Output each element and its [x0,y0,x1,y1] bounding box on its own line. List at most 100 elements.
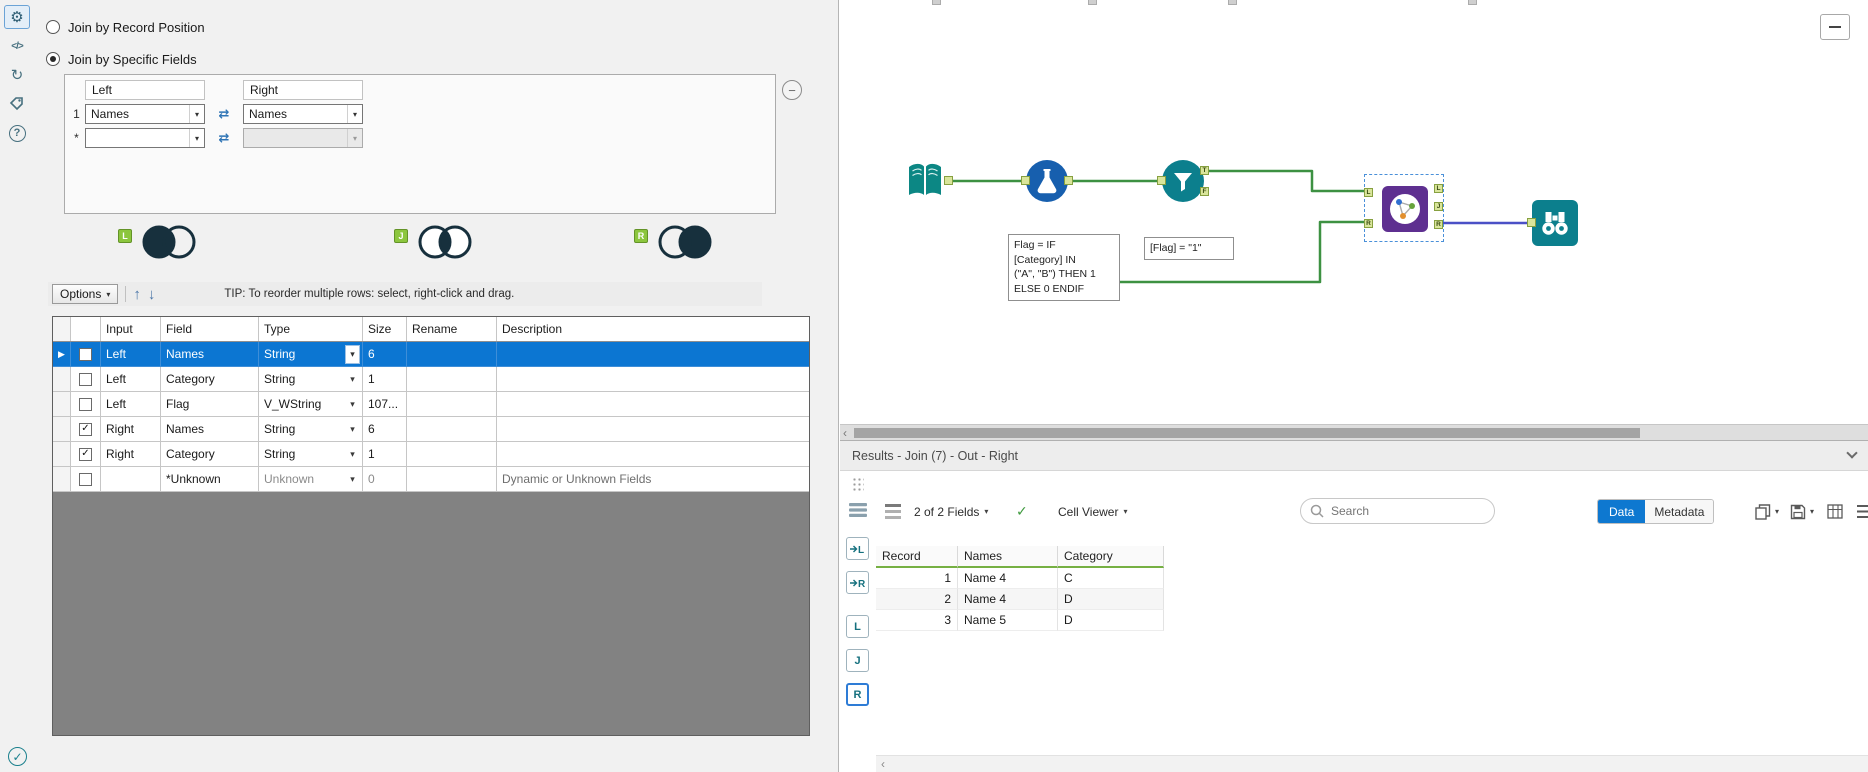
filter-annotation[interactable]: [Flag] = "1" [1144,237,1234,260]
scroll-left-arrow[interactable]: ‹ [881,757,885,771]
fields-dropdown[interactable]: 2 of 2 Fields ▾ [914,498,988,525]
radio-circle[interactable] [46,52,60,66]
cell-rename[interactable] [407,442,497,467]
browse-tool[interactable] [1527,200,1578,246]
metadata-tab[interactable]: Metadata [1645,500,1714,523]
row-checkbox[interactable] [79,447,92,461]
table-row[interactable]: Left Category String 1 [53,367,809,392]
cell-description[interactable] [497,342,809,367]
row-checkbox[interactable] [79,422,92,436]
type-dropdown[interactable] [345,445,360,464]
join-tool-selected[interactable]: L R L J R [1364,174,1444,242]
row-selector[interactable] [53,342,71,367]
table-row[interactable]: 2 Name 4 D [876,589,1164,610]
tab-input-left[interactable]: L [846,537,869,560]
cell-rename[interactable] [407,367,497,392]
cell-description[interactable] [497,442,809,467]
row-selector[interactable] [53,392,71,417]
formula-annotation[interactable]: Flag = IF [Category] IN ("A", "B") THEN … [1008,234,1120,301]
col-header-record[interactable]: Record [876,546,958,568]
scroll-left-arrow[interactable]: ‹ [843,426,847,440]
tab-output-right[interactable]: R [846,683,869,706]
menu-button[interactable] [1857,498,1868,525]
table-row[interactable]: Left Names String 6 [53,342,809,367]
cell-rename[interactable] [407,417,497,442]
cell-rename[interactable] [407,342,497,367]
left-output-anchor[interactable]: L [1434,184,1443,193]
col-header-names[interactable]: Names [958,546,1058,568]
false-output-anchor[interactable]: F [1200,187,1209,196]
cell-names[interactable]: Name 4 [958,589,1058,610]
canvas-horizontal-scrollbar[interactable]: ‹ [840,424,1868,440]
data-tab[interactable]: Data [1598,500,1646,523]
cell-category[interactable]: C [1058,568,1164,589]
true-output-anchor[interactable]: T [1200,166,1209,175]
input-anchor[interactable] [1527,218,1536,227]
chevron-down-icon[interactable] [1846,447,1858,459]
record-layout-button[interactable] [885,498,901,525]
chevron-down-icon[interactable]: ▾ [347,105,362,123]
layout-button[interactable] [849,502,867,521]
right-output-anchor[interactable]: R [1434,220,1443,229]
table-row[interactable]: *Unknown Unknown 0 Dynamic or Unknown Fi… [53,467,809,492]
collapse-section-button[interactable]: − [782,80,802,100]
apply-check-icon[interactable]: ✓ [1016,498,1028,525]
tag-tab[interactable] [4,92,30,116]
options-button[interactable]: Options ▾ [52,284,119,304]
table-row[interactable]: Right Category String 1 [53,442,809,467]
drag-grip-icon[interactable] [852,477,864,492]
cell-description[interactable] [497,417,809,442]
settings-tab[interactable]: ⚙ [4,5,30,29]
row-selector[interactable] [53,417,71,442]
move-down-button[interactable]: ↓ [148,287,156,302]
tab-input-right[interactable]: R [846,571,869,594]
row-checkbox[interactable] [79,347,92,361]
type-dropdown[interactable] [345,370,360,389]
radio-join-by-position[interactable]: Join by Record Position [46,18,205,36]
left-field-select[interactable]: Names ▾ [85,104,205,124]
right-input-anchor[interactable]: R [1364,219,1373,228]
search-box[interactable] [1300,498,1495,524]
row-checkbox[interactable] [79,372,92,386]
chevron-down-icon[interactable]: ▾ [189,129,204,147]
cell-rename[interactable] [407,467,497,492]
save-button[interactable]: ▾ [1790,498,1814,525]
results-horizontal-scrollbar[interactable]: ‹ [876,755,1868,772]
new-window-button[interactable] [1827,498,1844,525]
cell-names[interactable]: Name 5 [958,610,1058,631]
input-data-tool[interactable] [902,158,953,204]
cell-category[interactable]: D [1058,589,1164,610]
cell-viewer-dropdown[interactable]: Cell Viewer ▾ [1058,498,1127,525]
results-title-bar[interactable]: Results - Join (7) - Out - Right [840,441,1868,471]
type-dropdown[interactable] [345,470,360,489]
left-input-anchor[interactable]: L [1364,188,1373,197]
chevron-down-icon[interactable]: ▾ [189,105,204,123]
row-selector[interactable] [53,442,71,467]
formula-tool[interactable] [1021,160,1073,202]
radio-join-by-fields[interactable]: Join by Specific Fields [46,50,197,68]
cell-category[interactable]: D [1058,610,1164,631]
input-anchor[interactable] [1021,176,1030,185]
cell-rename[interactable] [407,392,497,417]
tab-output-left[interactable]: L [846,615,869,638]
table-row[interactable]: 1 Name 4 C [876,568,1164,589]
col-header-category[interactable]: Category [1058,546,1164,568]
row-checkbox[interactable] [79,397,92,411]
refresh-tab[interactable]: ↻ [4,63,30,87]
row-selector[interactable] [53,367,71,392]
filter-tool[interactable]: T F [1157,160,1209,202]
scrollbar-thumb[interactable] [854,428,1640,438]
search-input[interactable] [1300,498,1495,524]
type-dropdown[interactable] [345,395,360,414]
input-anchor[interactable] [1157,176,1166,185]
right-field-select[interactable]: Names ▾ [243,104,363,124]
tab-output-join[interactable]: J [846,649,869,672]
table-row[interactable]: Right Names String 6 [53,417,809,442]
type-dropdown[interactable] [345,344,360,364]
cell-description[interactable] [497,392,809,417]
type-dropdown[interactable] [345,420,360,439]
radio-circle[interactable] [46,20,60,34]
workflow-canvas[interactable]: T F L R L J R Flag = IF [Category] IN ("… [840,0,1868,424]
table-row[interactable]: 3 Name 5 D [876,610,1164,631]
output-anchor[interactable] [944,176,953,185]
